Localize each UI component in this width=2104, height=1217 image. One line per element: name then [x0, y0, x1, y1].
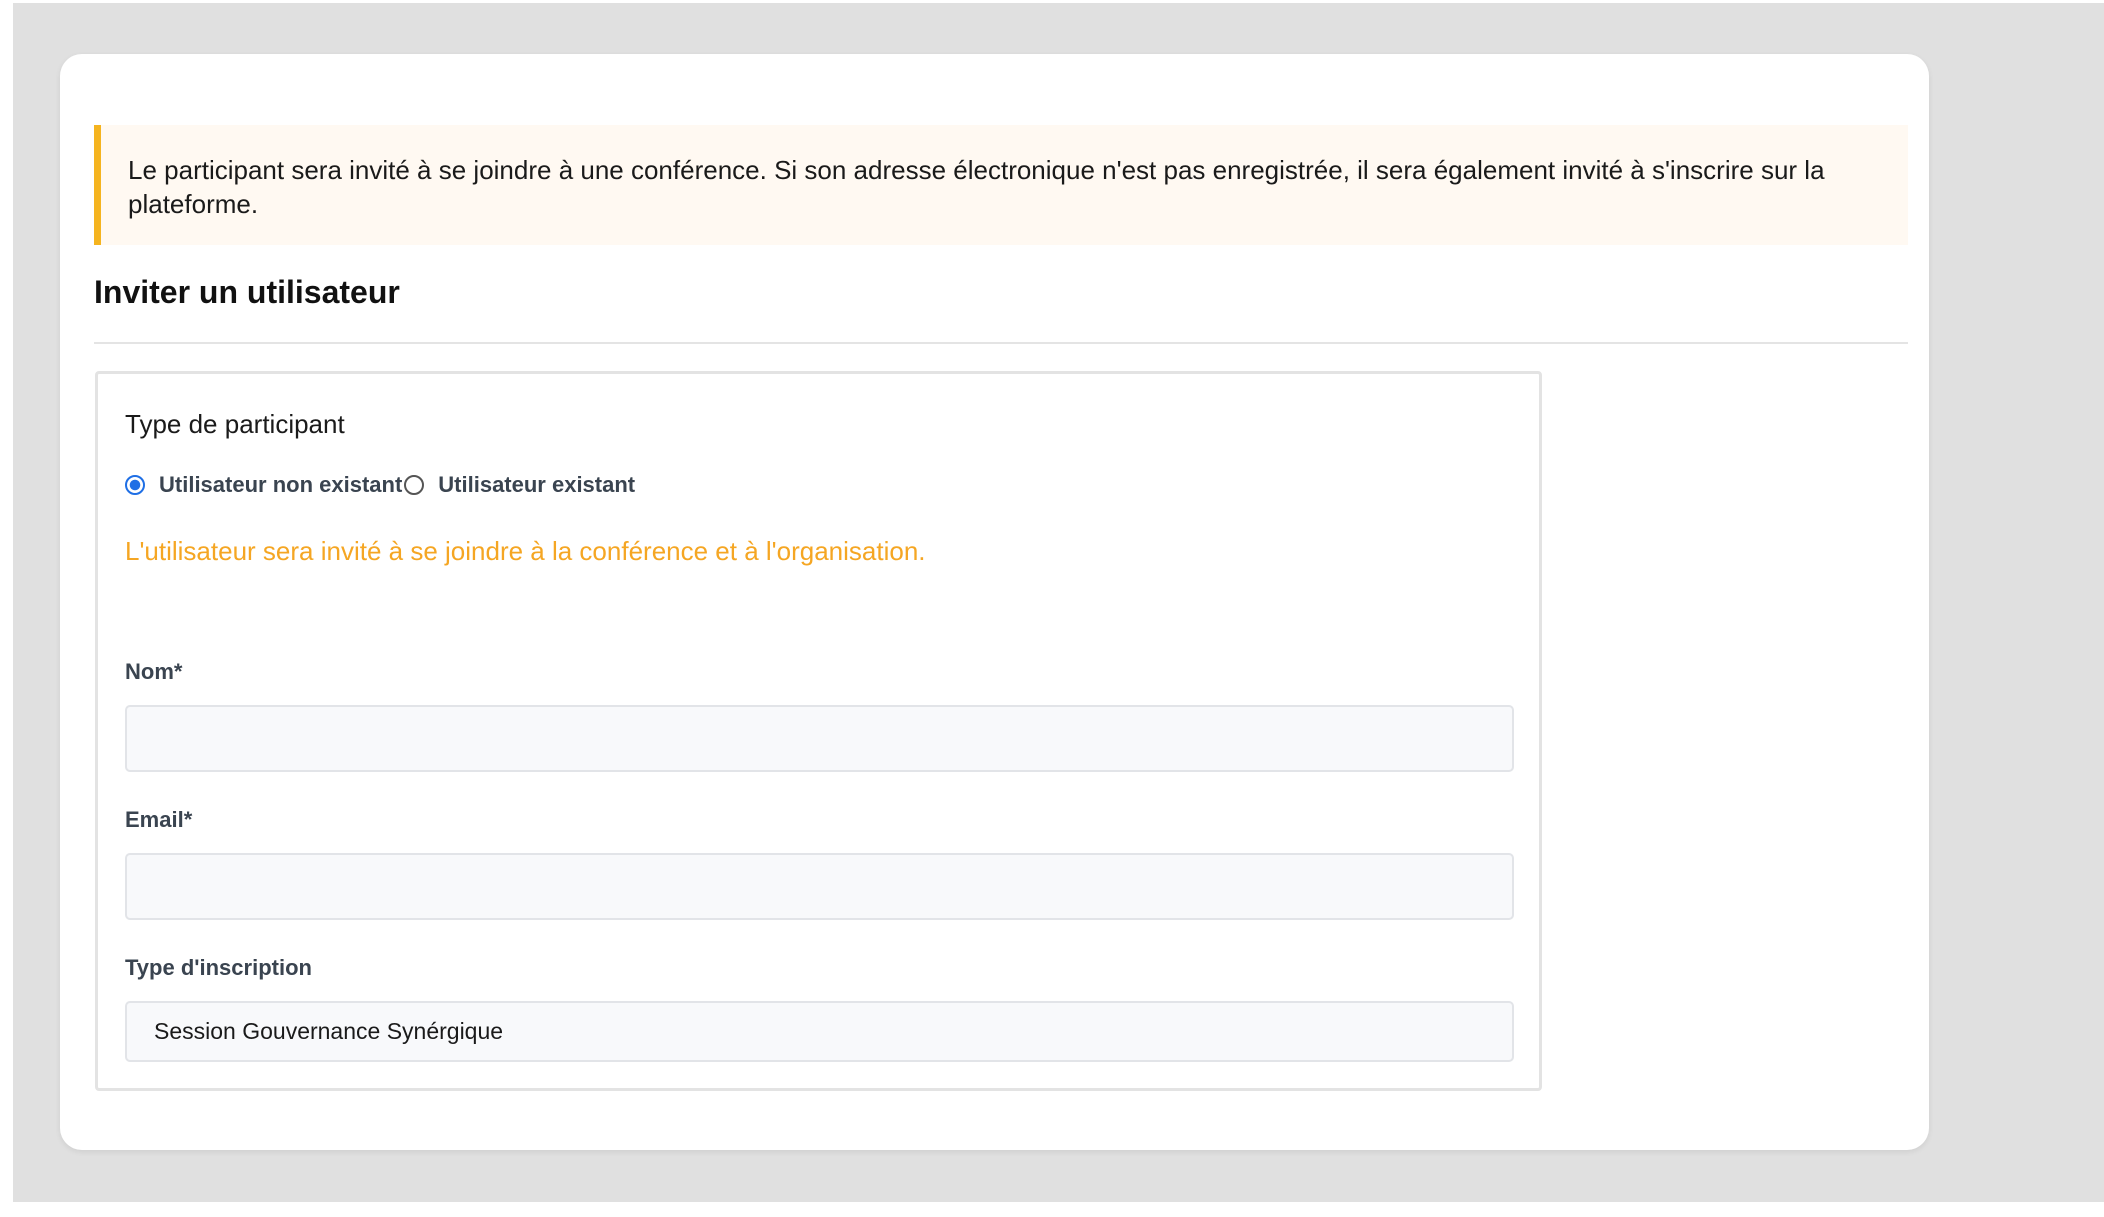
- invite-user-modal: Le participant sera invité à se joindre …: [60, 54, 1929, 1150]
- radio-existing-user[interactable]: [404, 475, 425, 495]
- email-input[interactable]: [125, 853, 1514, 920]
- radio-non-existing-user[interactable]: [125, 475, 145, 495]
- title-divider: [94, 342, 1908, 344]
- registration-type-value: Session Gouvernance Synérgique: [154, 1018, 504, 1044]
- participant-type-radio-group: Utilisateur non existant Utilisateur exi…: [125, 470, 635, 500]
- registration-type-select[interactable]: Session Gouvernance Synérgique: [125, 1001, 1514, 1062]
- radio-non-existing-user-label[interactable]: Utilisateur non existant: [159, 472, 402, 498]
- info-notice: Le participant sera invité à se joindre …: [94, 125, 1908, 245]
- modal-title: Inviter un utilisateur: [94, 274, 400, 310]
- registration-type-label: Type d'inscription: [125, 955, 312, 980]
- info-notice-text: Le participant sera invité à se joindre …: [128, 155, 1825, 219]
- name-input[interactable]: [125, 705, 1514, 772]
- name-label: Nom*: [125, 659, 183, 684]
- email-label: Email*: [125, 807, 193, 832]
- invite-form: Type de participant Utilisateur non exis…: [95, 371, 1542, 1091]
- participant-type-legend: Type de participant: [125, 409, 345, 439]
- participant-type-hint: L'utilisateur sera invité à se joindre à…: [125, 536, 926, 566]
- radio-existing-user-label[interactable]: Utilisateur existant: [438, 472, 635, 498]
